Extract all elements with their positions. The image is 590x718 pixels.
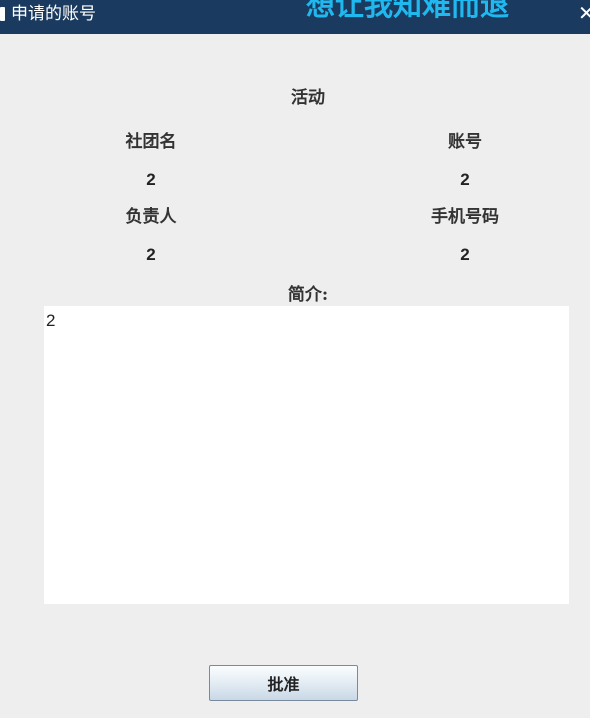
account-label: 账号 bbox=[448, 132, 482, 152]
app-icon bbox=[0, 7, 5, 21]
leader-value: 2 bbox=[146, 245, 156, 264]
intro-textarea[interactable]: 2 bbox=[44, 306, 569, 604]
phone-value: 2 bbox=[460, 245, 470, 264]
activity-heading: 活动 bbox=[291, 88, 325, 108]
account-value: 2 bbox=[460, 170, 470, 189]
banner-text: 想让我知难而退 bbox=[306, 0, 510, 22]
title-bar: 申请的账号 想让我知难而退 ✕ bbox=[0, 0, 590, 34]
club-name-label: 社团名 bbox=[125, 132, 177, 152]
club-name-value: 2 bbox=[146, 170, 156, 189]
intro-label: 简介: bbox=[287, 285, 329, 305]
approve-button[interactable]: 批准 bbox=[209, 665, 358, 701]
leader-label: 负责人 bbox=[125, 207, 177, 227]
phone-label: 手机号码 bbox=[431, 207, 499, 227]
window-title: 申请的账号 bbox=[11, 4, 96, 24]
close-icon[interactable]: ✕ bbox=[578, 1, 590, 25]
